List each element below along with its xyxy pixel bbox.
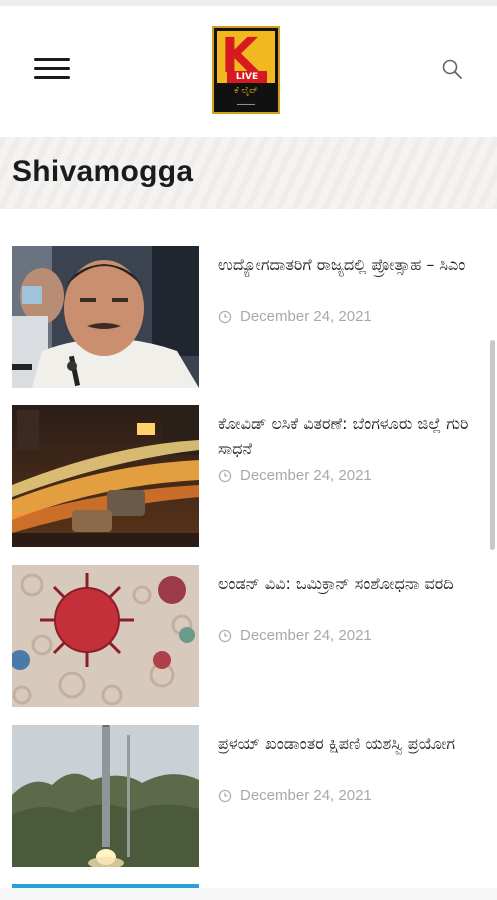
category-banner: Shivamogga: [0, 137, 497, 209]
article-date: December 24, 2021: [218, 627, 372, 644]
logo-live-badge: LIVE: [227, 71, 267, 83]
article-card[interactable]: ಕೋವಿಡ್ ಲಸಿಕೆ ವಿತರಣೆ: ಬೆಂಗಳೂರು ಜಿಲ್ಲೆ ಗುರ…: [12, 405, 488, 547]
article-date-text: December 24, 2021: [240, 467, 372, 484]
article-title[interactable]: ಪ್ರಳಯ್ ಖಂಡಾಂತರ ಕ್ಷಿಪಣಿ ಯಶಸ್ವಿ ಪ್ರಯೋಗ: [218, 731, 480, 756]
page-title: Shivamogga: [12, 155, 194, 188]
clock-icon: [218, 310, 232, 324]
clock-icon: [218, 469, 232, 483]
bottom-edge: [0, 888, 497, 900]
logo-tagline: ━━━━━━: [236, 102, 256, 108]
site-header: K LIVE ಕೆ ಲೈವ್ ━━━━━━: [0, 6, 497, 136]
clock-icon: [218, 629, 232, 643]
article-date: December 24, 2021: [218, 787, 372, 804]
article-date: December 24, 2021: [218, 467, 372, 484]
article-date-text: December 24, 2021: [240, 627, 372, 644]
site-logo[interactable]: K LIVE ಕೆ ಲೈವ್ ━━━━━━: [212, 26, 280, 114]
article-card[interactable]: ಉದ್ಯೋಗದಾತರಿಗೆ ರಾಜ್ಯದಲ್ಲಿ ಪ್ರೋತ್ಸಾಹ – ಸಿಎ…: [12, 246, 488, 388]
article-card[interactable]: ಪ್ರಳಯ್ ಖಂಡಾಂತರ ಕ್ಷಿಪಣಿ ಯಶಸ್ವಿ ಪ್ರಯೋಗ Dec…: [12, 725, 488, 867]
article-thumbnail-coronavirus-illustration[interactable]: [12, 565, 199, 707]
article-thumbnail-missile-launch[interactable]: [12, 725, 199, 867]
article-date: December 24, 2021: [218, 308, 372, 325]
article-title[interactable]: ಕೋವಿಡ್ ಲಸಿಕೆ ವಿತರಣೆ: ಬೆಂಗಳೂರು ಜಿಲ್ಲೆ ಗುರ…: [218, 411, 480, 461]
article-card[interactable]: ಲಂಡನ್ ವಿವಿ: ಒಮಿಕ್ರಾನ್ ಸಂಶೋಧನಾ ವರದಿ Decem…: [12, 565, 488, 707]
clock-icon: [218, 789, 232, 803]
logo-k-mark: K LIVE: [217, 29, 275, 83]
article-title[interactable]: ಲಂಡನ್ ವಿವಿ: ಒಮಿಕ್ರಾನ್ ಸಂಶೋಧನಾ ವರದಿ: [218, 571, 480, 596]
scrollbar[interactable]: [490, 340, 495, 550]
article-date-text: December 24, 2021: [240, 787, 372, 804]
logo-kannada-text: ಕೆ ಲೈವ್: [234, 86, 258, 96]
search-icon[interactable]: [441, 58, 463, 80]
article-date-text: December 24, 2021: [240, 308, 372, 325]
article-title[interactable]: ಉದ್ಯೋಗದಾತರಿಗೆ ರಾಜ್ಯದಲ್ಲಿ ಪ್ರೋತ್ಸಾಹ – ಸಿಎ…: [218, 252, 480, 277]
hamburger-menu-icon[interactable]: [34, 58, 70, 84]
article-thumbnail-city-traffic-night[interactable]: [12, 405, 199, 547]
article-thumbnail-man-at-microphone[interactable]: [12, 246, 199, 388]
